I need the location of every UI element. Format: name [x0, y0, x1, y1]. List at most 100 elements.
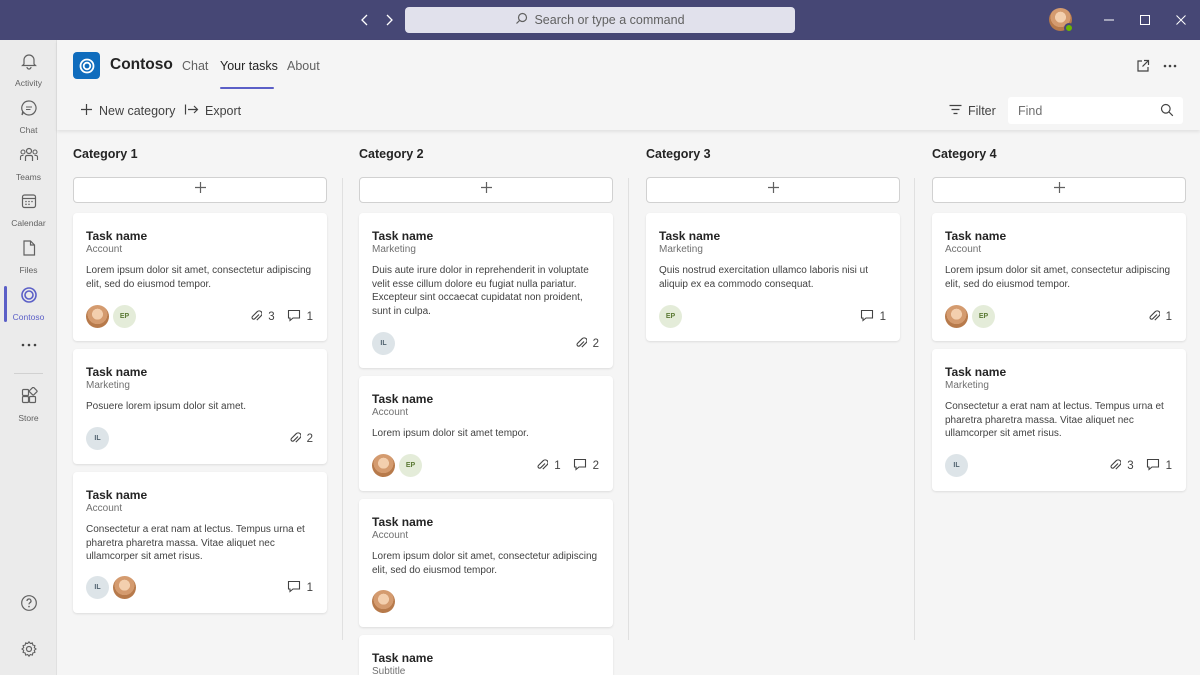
task-description: Lorem ipsum dolor sit amet, consectetur …	[86, 265, 312, 290]
add-icon	[1053, 181, 1066, 199]
column-title: Category 4	[932, 147, 997, 161]
task-subtitle: Account	[945, 244, 982, 255]
task-card[interactable]: Task name Marketing Duis aute irure dolo…	[359, 213, 613, 368]
attachment-count: 2	[306, 433, 313, 445]
attachment-icon	[250, 309, 263, 325]
task-card[interactable]: Task name Account Consectetur a erat nam…	[73, 472, 327, 613]
rail-item-files[interactable]: Files	[0, 235, 57, 279]
task-subtitle: Marketing	[945, 380, 989, 391]
avatar[interactable]: EP	[972, 305, 995, 328]
column-title: Category 3	[646, 147, 711, 161]
task-subtitle: Marketing	[659, 244, 703, 255]
rail-item-activity[interactable]: Activity	[0, 48, 57, 92]
more-options-icon[interactable]	[1161, 57, 1179, 75]
attachment-count: 1	[554, 460, 561, 472]
avatar[interactable]: EP	[399, 454, 422, 477]
task-meta: 2	[575, 336, 599, 352]
filter-icon	[949, 104, 962, 118]
add-task-button[interactable]	[646, 177, 900, 203]
chat-icon	[20, 99, 38, 122]
filter-button[interactable]: Filter	[949, 102, 996, 120]
avatar[interactable]	[113, 576, 136, 599]
contoso-icon	[20, 286, 38, 309]
minimize-icon[interactable]	[1100, 11, 1118, 29]
forward-icon[interactable]	[380, 9, 398, 31]
search-icon	[515, 12, 528, 28]
help-icon	[20, 594, 38, 617]
rail-item-teams[interactable]: Teams	[0, 142, 57, 186]
attachment-icon	[1148, 309, 1161, 325]
rail-item-chat[interactable]: Chat	[0, 95, 57, 139]
task-subtitle: Account	[372, 407, 409, 418]
task-title: Task name	[86, 229, 148, 243]
command-search[interactable]: Search or type a command	[405, 7, 795, 33]
assignees: EP	[659, 305, 682, 328]
settings-button[interactable]	[0, 629, 57, 673]
attachment-icon	[536, 458, 549, 474]
close-icon[interactable]	[1172, 11, 1190, 29]
app-title: Contoso	[110, 56, 173, 73]
avatar[interactable]	[86, 305, 109, 328]
task-card[interactable]: Task name Account Lorem ipsum dolor sit …	[932, 213, 1186, 341]
file-icon	[20, 239, 38, 262]
popout-icon[interactable]	[1134, 57, 1152, 75]
assignees: EP	[372, 454, 422, 477]
add-task-button[interactable]	[932, 177, 1186, 203]
column-divider	[342, 178, 343, 640]
add-task-button[interactable]	[359, 177, 613, 203]
add-icon	[480, 181, 493, 199]
avatar[interactable]	[372, 590, 395, 613]
avatar[interactable]	[372, 454, 395, 477]
attachment-icon	[289, 431, 302, 447]
assignees: IL	[372, 332, 395, 355]
task-description: Lorem ipsum dolor sit amet, consectetur …	[945, 265, 1171, 290]
app-header: Contoso Chat Your tasks About New catego…	[57, 40, 1200, 130]
task-card[interactable]: Task name Marketing Quis nostrud exercit…	[646, 213, 900, 341]
back-icon[interactable]	[356, 9, 374, 31]
contoso-logo-icon	[73, 52, 100, 79]
avatar[interactable]: IL	[945, 454, 968, 477]
avatar[interactable]	[945, 305, 968, 328]
task-subtitle: Account	[86, 244, 123, 255]
add-task-button[interactable]	[73, 177, 327, 203]
gear-icon	[20, 640, 38, 663]
task-card[interactable]: Task name Account Lorem ipsum dolor sit …	[359, 376, 613, 491]
task-card[interactable]: Task name Account Lorem ipsum dolor sit …	[359, 499, 613, 627]
task-card[interactable]: Task name Marketing Consectetur a erat n…	[932, 349, 1186, 491]
avatar[interactable]: IL	[372, 332, 395, 355]
assignees: IL	[945, 454, 968, 477]
app-rail: Activity Chat Teams Calendar Files Conto…	[0, 40, 57, 675]
export-button[interactable]: Export	[184, 102, 241, 120]
rail-more-apps[interactable]	[0, 322, 57, 366]
task-subtitle: Subtitle	[372, 666, 406, 675]
find-input[interactable]	[1008, 97, 1153, 124]
attachment-icon	[575, 336, 588, 352]
task-card[interactable]: Task name Subtitle	[359, 635, 613, 675]
avatar[interactable]: IL	[86, 576, 109, 599]
rail-divider	[14, 373, 43, 374]
avatar[interactable]: EP	[113, 305, 136, 328]
rail-item-contoso[interactable]: Contoso	[0, 282, 57, 326]
avatar[interactable]: EP	[659, 305, 682, 328]
tab-about[interactable]: About	[287, 59, 320, 73]
search-icon[interactable]	[1160, 103, 1174, 122]
avatar[interactable]: IL	[86, 427, 109, 450]
tab-chat[interactable]: Chat	[182, 59, 208, 73]
assignees	[372, 590, 395, 613]
maximize-icon[interactable]	[1136, 11, 1154, 29]
rail-item-calendar[interactable]: Calendar	[0, 188, 57, 232]
bell-icon	[20, 52, 38, 75]
task-card[interactable]: Task name Account Lorem ipsum dolor sit …	[73, 213, 327, 341]
find-field[interactable]	[1008, 97, 1183, 124]
task-card[interactable]: Task name Marketing Posuere lorem ipsum …	[73, 349, 327, 464]
tab-your-tasks[interactable]: Your tasks	[220, 59, 278, 73]
task-subtitle: Marketing	[372, 244, 416, 255]
task-title: Task name	[945, 365, 1007, 379]
task-meta: 1	[860, 309, 886, 325]
new-category-button[interactable]: New category	[80, 102, 175, 120]
rail-item-store[interactable]: Store	[0, 383, 57, 427]
add-icon	[80, 103, 93, 119]
task-title: Task name	[945, 229, 1007, 243]
help-button[interactable]	[0, 583, 57, 627]
new-category-label: New category	[99, 104, 176, 118]
